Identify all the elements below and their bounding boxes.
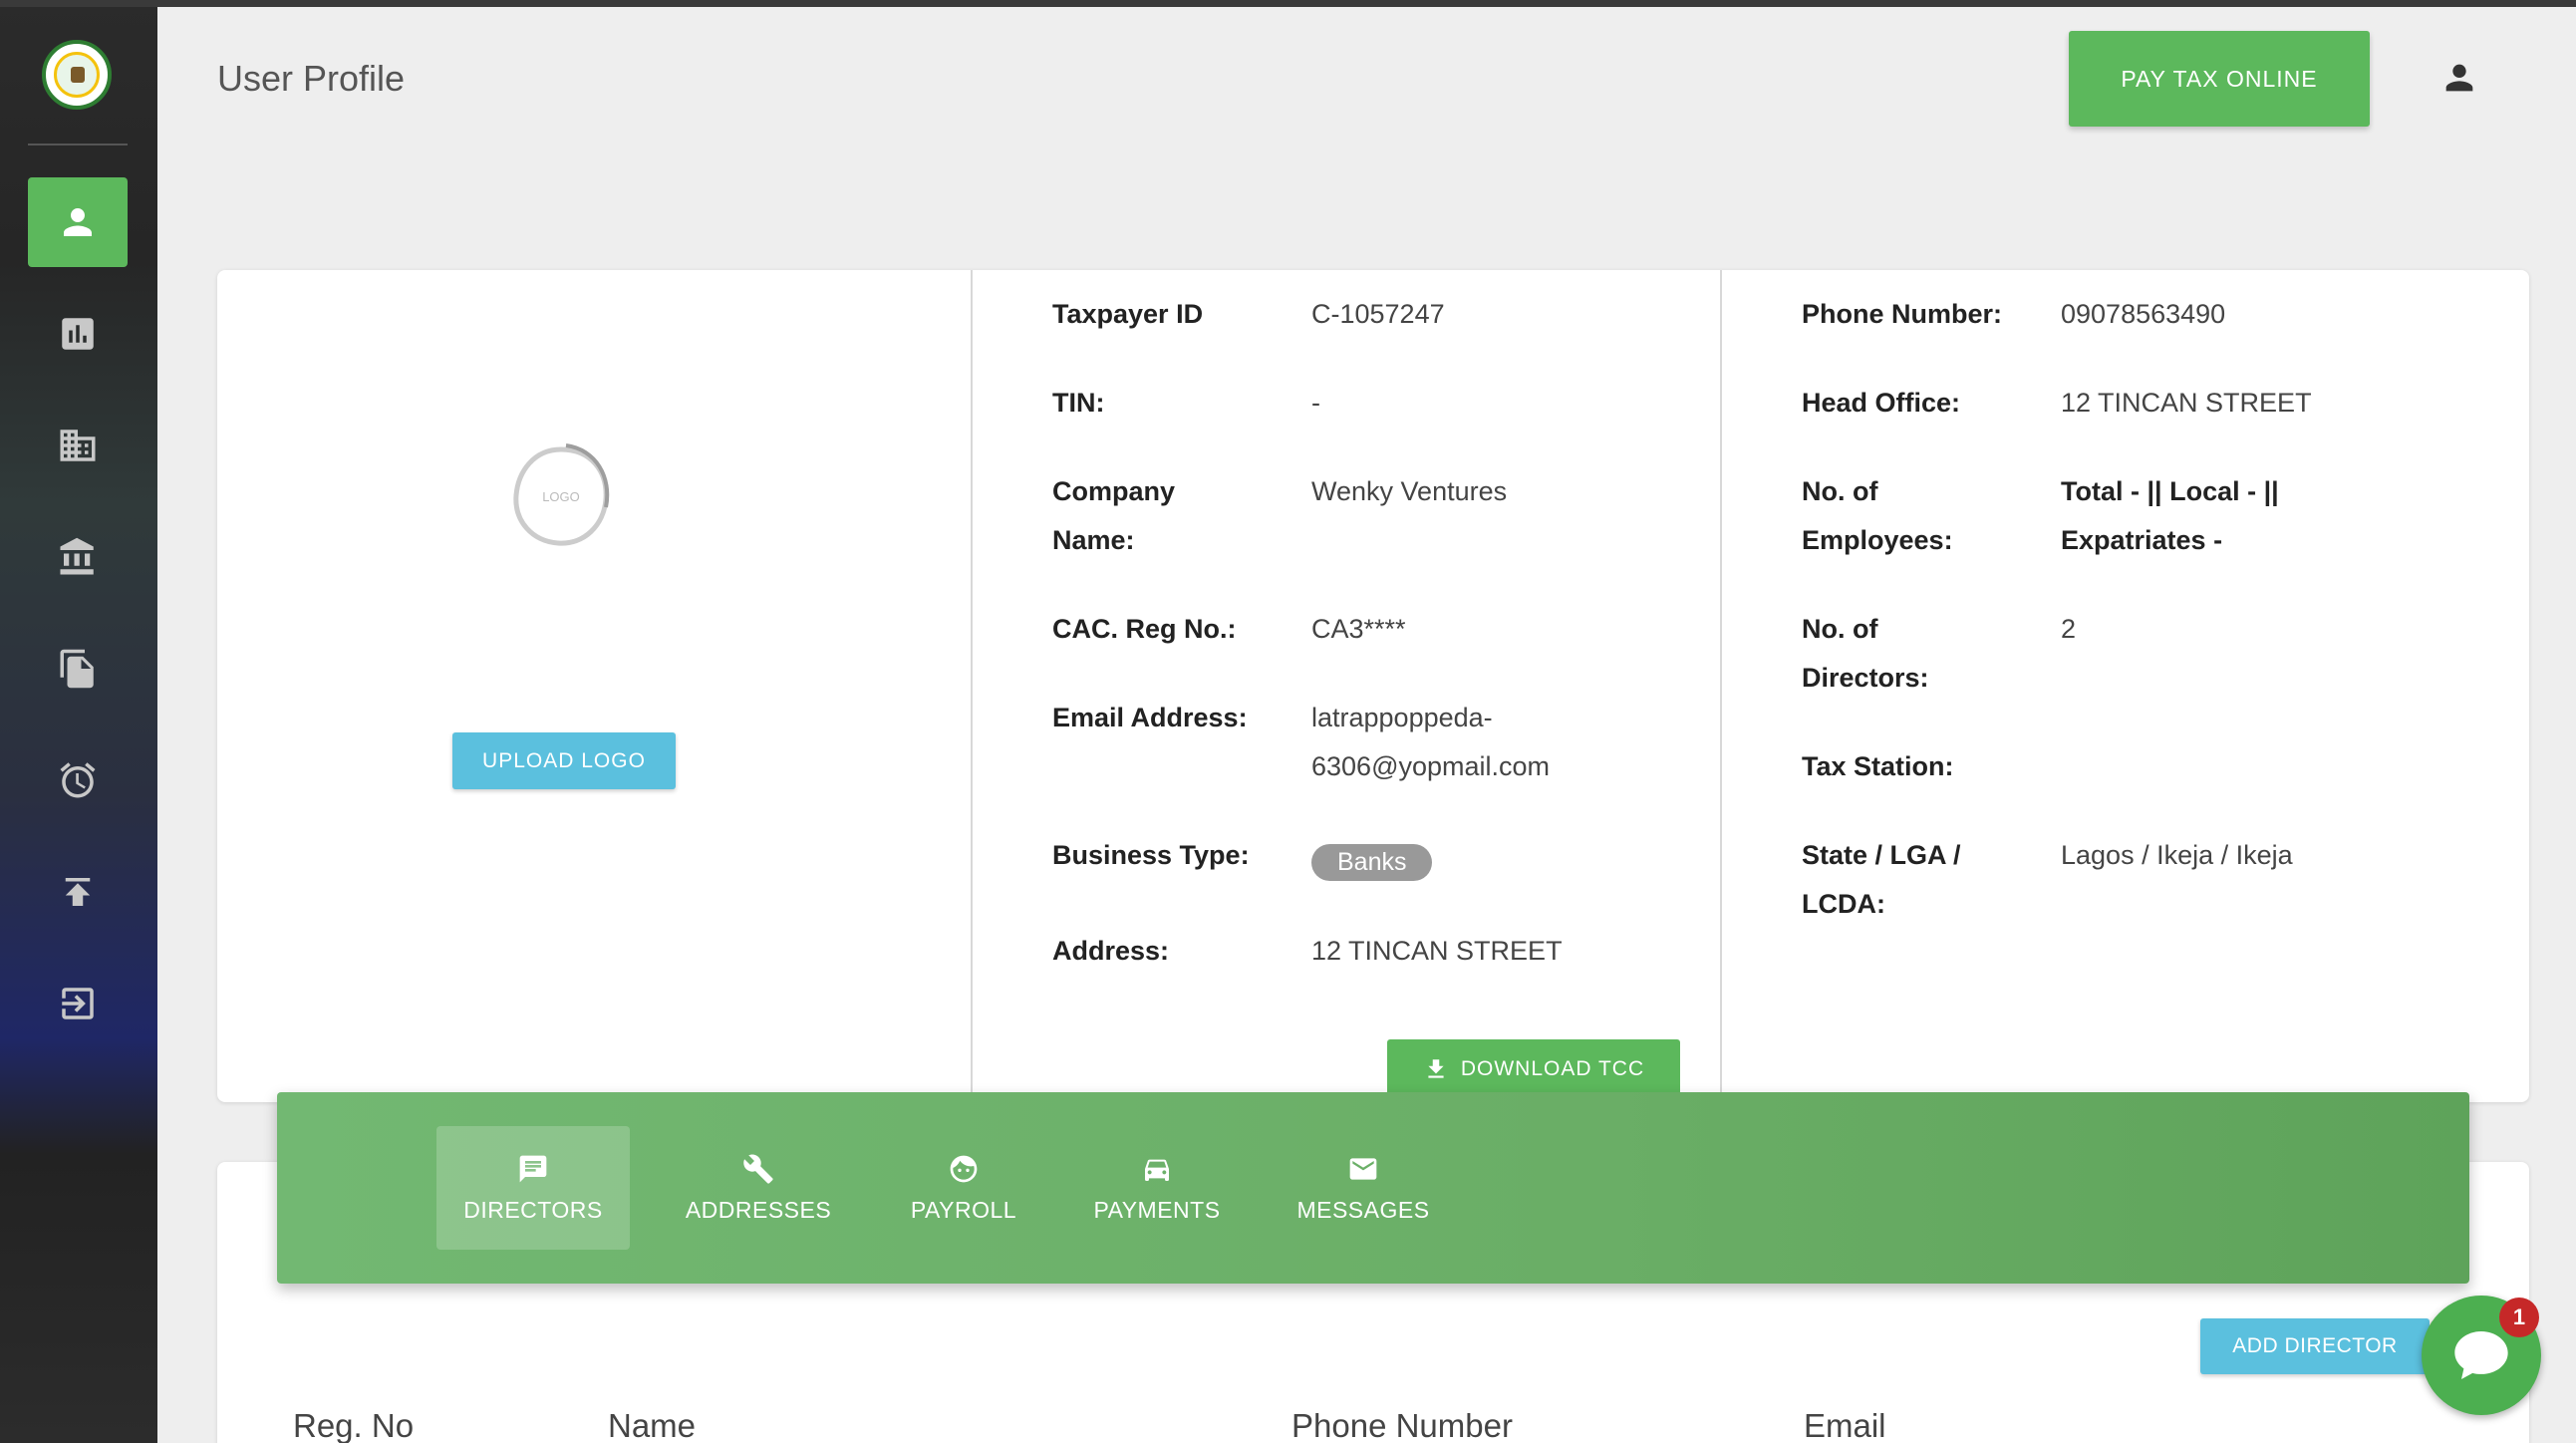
phone-label: Phone Number: — [1802, 299, 2003, 329]
head-office-label: Head Office: — [1802, 388, 1961, 418]
address-label: Address: — [1052, 936, 1170, 966]
company-name-label: Company — [1052, 476, 1176, 506]
column-divider — [971, 270, 973, 1102]
tab-addresses-label: ADDRESSES — [685, 1196, 832, 1223]
directors-count-label-line2: Directors: — [1802, 663, 1929, 693]
sidebar-item-documents[interactable] — [28, 624, 128, 714]
tab-addresses[interactable]: ADDRESSES — [662, 1126, 855, 1250]
documents-icon — [60, 649, 94, 689]
column-header-email[interactable]: Email — [1804, 1407, 1886, 1443]
email-value: latrappoppeda- — [1311, 703, 1493, 732]
alarm-clock-icon — [60, 762, 96, 798]
column-header-name[interactable]: Name — [608, 1407, 696, 1443]
column-header-phone[interactable]: Phone Number — [1291, 1407, 1513, 1443]
employees-label: No. of — [1802, 476, 1878, 506]
directors-count-value: 2 — [2061, 614, 2077, 644]
chat-bubble-icon — [2454, 1331, 2508, 1379]
sidebar-divider — [28, 144, 128, 145]
unread-badge: 1 — [2499, 1298, 2539, 1337]
tab-payroll-label: PAYROLL — [910, 1196, 1017, 1223]
taxpayer-id-value: C-1057247 — [1311, 299, 1445, 329]
state-lga-value: Lagos / Ikeja / Ikeja — [2061, 840, 2293, 870]
email-label: Email Address: — [1052, 703, 1248, 732]
state-lga-label-line2: LCDA: — [1802, 889, 1885, 919]
state-lga-label: State / LGA / — [1802, 840, 1961, 870]
pay-tax-online-button[interactable]: PAY TAX ONLINE — [2069, 31, 2370, 127]
bar-chart-icon — [62, 318, 94, 350]
tax-station-label: Tax Station: — [1802, 751, 1954, 781]
wrench-icon — [743, 1153, 773, 1184]
logout-icon — [62, 988, 94, 1019]
column-header-reg-no[interactable]: Reg. No — [293, 1407, 414, 1443]
face-icon — [950, 1155, 978, 1182]
top-border — [0, 0, 2576, 7]
head-office-value: 12 TINCAN STREET — [2061, 388, 2312, 418]
tab-payroll[interactable]: PAYROLL — [879, 1126, 1048, 1250]
logo-placeholder-text: LOGO — [542, 489, 580, 504]
sidebar-item-reminders[interactable] — [28, 735, 128, 825]
business-type-label: Business Type: — [1052, 840, 1250, 870]
page-title: User Profile — [217, 58, 406, 99]
tin-label: TIN: — [1052, 388, 1105, 418]
sidebar — [0, 0, 157, 1443]
email-value-line2: 6306@yopmail.com — [1311, 751, 1551, 781]
building-icon — [60, 430, 96, 461]
sidebar-item-bank[interactable] — [28, 512, 128, 602]
tab-directors-label: DIRECTORS — [463, 1196, 603, 1223]
cac-reg-value: CA3**** — [1311, 614, 1406, 644]
person-icon — [64, 208, 92, 236]
tab-payments-label: PAYMENTS — [1093, 1196, 1221, 1223]
company-name-label-line2: Name: — [1052, 525, 1135, 555]
sidebar-item-upload[interactable] — [28, 847, 128, 937]
business-type-badge: Banks — [1311, 844, 1433, 881]
sidebar-item-logout[interactable] — [28, 959, 128, 1048]
profile-card: LOGO UPLOAD LOGO Taxpayer ID C-1057247 T… — [217, 270, 2529, 1102]
sidebar-item-reports[interactable] — [28, 289, 128, 379]
tab-messages-label: MESSAGES — [1296, 1196, 1430, 1223]
logo-emblem — [54, 52, 100, 98]
profile-tabs: DIRECTORS ADDRESSES PAYROLL PAYMENTS MES… — [277, 1092, 2469, 1284]
mail-icon — [1349, 1157, 1377, 1180]
download-tcc-button[interactable]: DOWNLOAD TCC — [1387, 1039, 1680, 1099]
add-director-button[interactable]: ADD DIRECTOR — [2200, 1318, 2430, 1374]
tab-payments[interactable]: PAYMENTS — [1070, 1126, 1244, 1250]
tab-messages[interactable]: MESSAGES — [1274, 1126, 1453, 1250]
sidebar-item-profile[interactable] — [28, 177, 128, 267]
sidebar-item-company[interactable] — [28, 401, 128, 490]
bank-icon — [60, 537, 94, 575]
employees-label-line2: Employees: — [1802, 525, 1953, 555]
employees-value: Total - || Local - || — [2061, 476, 2279, 506]
user-account-icon — [2445, 64, 2473, 92]
download-icon — [1428, 1059, 1444, 1078]
upload-logo-button[interactable]: UPLOAD LOGO — [452, 732, 676, 789]
chat-icon — [519, 1155, 547, 1182]
tin-value: - — [1311, 388, 1320, 418]
tab-directors[interactable]: DIRECTORS — [436, 1126, 630, 1250]
company-name-value: Wenky Ventures — [1311, 476, 1508, 506]
car-icon — [1145, 1159, 1169, 1181]
directors-count-label: No. of — [1802, 614, 1878, 644]
upload-icon — [65, 878, 91, 906]
phone-value: 09078563490 — [2061, 299, 2226, 329]
taxpayer-id-label: Taxpayer ID — [1052, 299, 1204, 329]
logo-placeholder-icon: LOGO — [513, 443, 610, 546]
address-value: 12 TINCAN STREET — [1311, 936, 1563, 966]
employees-value-line2: Expatriates - — [2061, 525, 2223, 555]
download-tcc-label: DOWNLOAD TCC — [1460, 1057, 1645, 1080]
column-divider — [1720, 270, 1722, 1102]
agency-logo[interactable] — [42, 40, 112, 110]
cac-reg-label: CAC. Reg No.: — [1052, 614, 1237, 644]
account-menu[interactable] — [2439, 58, 2479, 98]
